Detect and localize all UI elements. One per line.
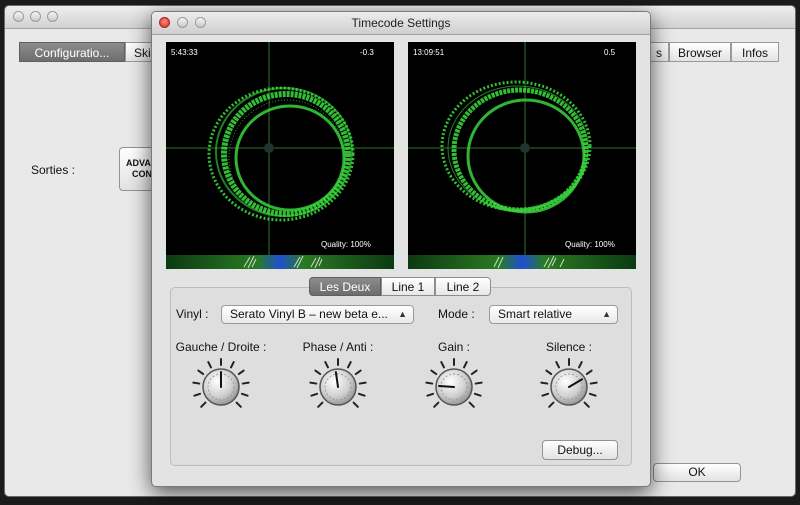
close-window-button[interactable] xyxy=(13,11,24,22)
mode-select[interactable]: Smart relative ▲ xyxy=(489,305,618,324)
silence-label: Silence : xyxy=(545,340,593,354)
balance-knob[interactable] xyxy=(191,357,251,417)
scope-right-quality: Quality: 100% xyxy=(565,240,615,249)
balance-label: Gauche / Droite : xyxy=(175,340,267,354)
phase-label: Phase / Anti : xyxy=(302,340,374,354)
tab-line-1[interactable]: Line 1 xyxy=(381,277,435,296)
tab-infos[interactable]: Infos xyxy=(731,42,779,62)
gain-label: Gain : xyxy=(437,340,470,354)
scope-left-bar-noise xyxy=(243,255,323,269)
scope-right-display xyxy=(408,42,636,268)
mode-select-value: Smart relative xyxy=(498,307,573,321)
knob-pointer xyxy=(438,385,455,388)
mode-label: Mode : xyxy=(438,307,475,321)
dialog-title: Timecode Settings xyxy=(351,16,451,30)
tab-les-deux[interactable]: Les Deux xyxy=(309,277,381,296)
tab-browser[interactable]: Browser xyxy=(669,42,731,62)
scope-right-bar-noise xyxy=(493,255,565,269)
silence-knob[interactable] xyxy=(539,357,599,417)
updown-arrows-icon: ▲ xyxy=(602,309,611,319)
ok-button[interactable]: OK xyxy=(653,463,741,482)
scope-left-display xyxy=(166,42,394,268)
debug-button[interactable]: Debug... xyxy=(542,440,618,460)
outputs-label: Sorties : xyxy=(31,163,76,177)
tab-line-2[interactable]: Line 2 xyxy=(435,277,491,296)
minimize-window-button[interactable] xyxy=(30,11,41,22)
zoom-window-button[interactable] xyxy=(47,11,58,22)
scope-left: 5:43:33 -0.3 Quality: 100% xyxy=(166,42,394,268)
vinyl-select[interactable]: Serato Vinyl B – new beta e... ▲ xyxy=(221,305,414,324)
scope-left-signal-bar xyxy=(166,255,394,269)
scope-right-time: 13:09:51 xyxy=(413,48,445,57)
tab-configuration[interactable]: Configuratio... xyxy=(19,42,125,62)
scope-left-time: 5:43:33 xyxy=(171,48,198,57)
phase-knob[interactable] xyxy=(308,357,368,417)
timecode-settings-dialog: Timecode Settings 5:43:33 -0.3 Quality: … xyxy=(151,11,651,487)
scope-left-quality: Quality: 100% xyxy=(321,240,371,249)
scope-right-signal-bar xyxy=(408,255,636,269)
vinyl-select-value: Serato Vinyl B – new beta e... xyxy=(230,307,388,321)
gain-knob[interactable] xyxy=(424,357,484,417)
scope-right: 13:09:51 0.5 Quality: 100% xyxy=(408,42,636,268)
scope-left-value: -0.3 xyxy=(360,48,374,57)
dialog-titlebar: Timecode Settings xyxy=(152,12,650,35)
updown-arrows-icon: ▲ xyxy=(398,309,407,319)
scope-right-value: 0.5 xyxy=(604,48,616,57)
vinyl-label: Vinyl : xyxy=(176,307,209,321)
